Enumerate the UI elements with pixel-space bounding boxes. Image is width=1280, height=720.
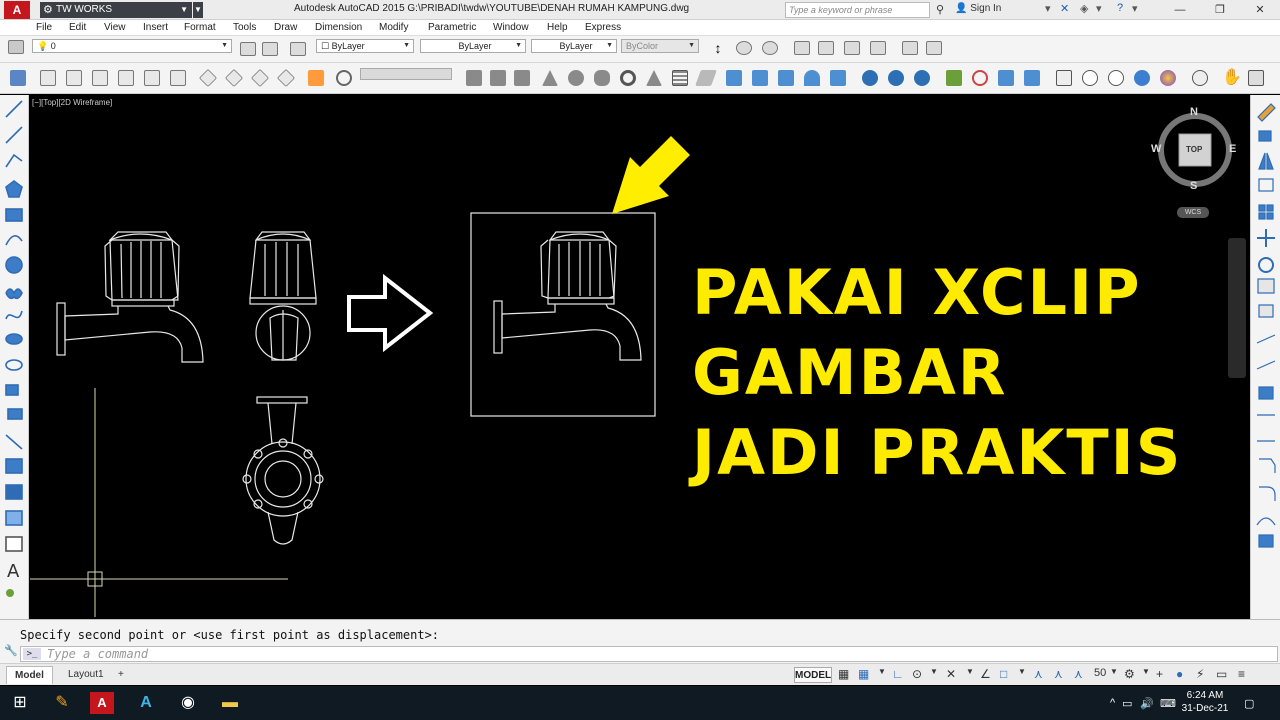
- snap-icon[interactable]: ▦: [858, 667, 869, 681]
- taskbar-clock[interactable]: 6:24 AM 31-Dec-21: [1180, 689, 1230, 715]
- overlay-line-1: PAKAI XCLIP: [692, 256, 1142, 329]
- command-placeholder: Type a command: [47, 647, 149, 661]
- customization-icon[interactable]: ≡: [1238, 667, 1245, 681]
- isolate-objects-icon[interactable]: ●: [1176, 667, 1183, 681]
- command-prompt-icon[interactable]: >_: [23, 648, 41, 660]
- polar-icon[interactable]: ⊙: [912, 667, 922, 681]
- chevron-down-icon[interactable]: ▼: [878, 667, 886, 676]
- annotation-visibility-icon[interactable]: ⋏: [1034, 667, 1043, 681]
- compass-south[interactable]: S: [1190, 180, 1197, 192]
- auto-scale-icon[interactable]: ⋏: [1054, 667, 1063, 681]
- command-input[interactable]: >_ Type a command: [20, 646, 1278, 662]
- status-bar: Model Layout1 + MODEL ▦ ▦ ▼ ∟ ⊙ ▼ ✕ ▼ ∠ …: [0, 663, 1280, 685]
- volume-icon[interactable]: 🔊: [1140, 697, 1154, 710]
- arrow-outline-icon: [347, 273, 434, 353]
- wrench-icon[interactable]: 🔧: [4, 644, 18, 657]
- workspace-switch-icon[interactable]: ⚙: [1124, 667, 1135, 681]
- command-line: Specify second point or <use first point…: [0, 619, 1280, 663]
- annotation-scale-icon[interactable]: ⋏: [1074, 667, 1083, 681]
- object-snap-tracking-icon[interactable]: ∠: [980, 667, 991, 681]
- model-space-button[interactable]: MODEL: [794, 667, 832, 683]
- chevron-down-icon[interactable]: ▼: [1142, 667, 1150, 676]
- chevron-down-icon[interactable]: ▼: [1110, 667, 1118, 676]
- viewcube-top-face[interactable]: TOP: [1186, 145, 1202, 154]
- object-snap-icon[interactable]: □: [1000, 667, 1007, 681]
- command-history: Specify second point or <use first point…: [20, 628, 440, 642]
- show-hidden-icons[interactable]: ^: [1110, 697, 1115, 709]
- keyboard-icon[interactable]: ⌨: [1160, 697, 1176, 710]
- viewcube[interactable]: TOP N S E W: [1151, 106, 1236, 192]
- pen-app-icon[interactable]: ✎: [50, 692, 74, 714]
- tab-model[interactable]: Model: [6, 666, 53, 684]
- ortho-icon[interactable]: ∟: [892, 667, 904, 681]
- navigation-bar[interactable]: [1228, 238, 1246, 378]
- isodraft-icon[interactable]: ✕: [946, 667, 956, 681]
- overlay-line-2: GAMBAR: [692, 336, 1008, 409]
- autodesk-taskbar-icon[interactable]: A: [134, 692, 158, 714]
- chevron-down-icon[interactable]: ▼: [930, 667, 938, 676]
- chevron-down-icon[interactable]: ▼: [1018, 667, 1026, 676]
- windows-taskbar: ⊞ ✎ A A ◉ ▬ ^ ▭ 🔊 ⌨ 6:24 AM 31-Dec-21 ▢: [0, 686, 1280, 720]
- grid-icon[interactable]: ▦: [838, 667, 849, 681]
- clean-screen-icon[interactable]: ▭: [1216, 667, 1227, 681]
- faucet-front-view: [249, 231, 317, 361]
- clock-date: 31-Dec-21: [1181, 703, 1229, 714]
- ucs-menu[interactable]: WCS: [1177, 207, 1209, 218]
- windows-start-icon[interactable]: ⊞: [8, 692, 32, 714]
- drawing-geometry: [30, 136, 690, 617]
- compass-north[interactable]: N: [1190, 106, 1198, 118]
- plus-icon[interactable]: +: [1156, 667, 1163, 681]
- tab-layout1[interactable]: Layout1: [60, 666, 112, 684]
- compass-west[interactable]: W: [1151, 143, 1161, 155]
- hardware-acceleration-icon[interactable]: ⚡: [1196, 667, 1204, 681]
- autocad-taskbar-icon[interactable]: A: [90, 692, 114, 714]
- add-layout-button[interactable]: +: [112, 666, 130, 684]
- file-explorer-icon[interactable]: ▬: [218, 692, 242, 714]
- compass-east[interactable]: E: [1229, 143, 1236, 155]
- obs-taskbar-icon[interactable]: ◉: [176, 692, 200, 714]
- faucet-side-view: [56, 231, 204, 363]
- clock-time: 6:24 AM: [1186, 690, 1224, 701]
- network-icon[interactable]: ▭: [1122, 697, 1132, 710]
- faucet-top-view: [242, 396, 324, 545]
- xclip-boundary: [470, 212, 656, 417]
- crosshair-cursor: [30, 388, 288, 617]
- annotation-scale-value[interactable]: 50: [1094, 667, 1106, 679]
- notifications-icon[interactable]: ▢: [1244, 697, 1254, 710]
- yellow-arrow-icon: [612, 136, 690, 214]
- chevron-down-icon[interactable]: ▼: [966, 667, 974, 676]
- overlay-line-3: JADI PRAKTIS: [692, 416, 1183, 489]
- clipped-faucet: [493, 231, 642, 361]
